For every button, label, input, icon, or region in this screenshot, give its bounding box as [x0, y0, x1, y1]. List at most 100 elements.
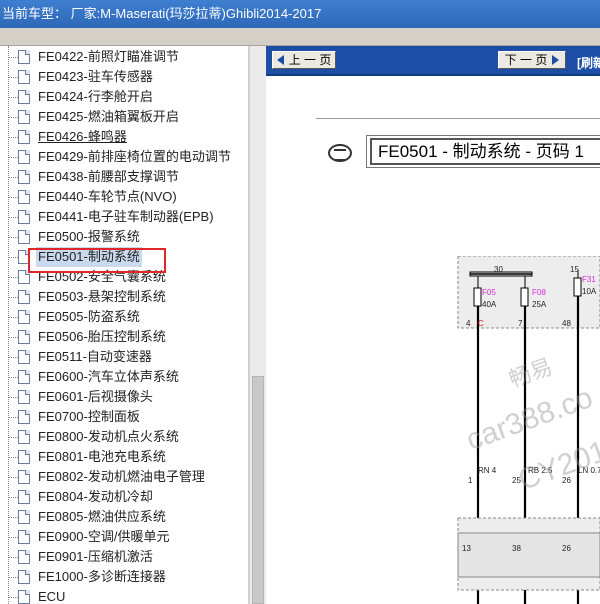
pin-label: 4 [466, 319, 471, 328]
fuse-rating-label: 40A [482, 300, 497, 309]
document-icon [18, 150, 30, 164]
toolbar-strip [0, 28, 600, 46]
tree-item[interactable]: FE0429-前排座椅位置的电动调节 [0, 147, 248, 167]
fuse-id-label: F05 [482, 288, 496, 297]
control-module-body [457, 532, 600, 578]
tree-item-label: FE0901-压缩机激活 [38, 549, 153, 564]
tree-item[interactable]: FE0438-前腰部支撑调节 [0, 167, 248, 187]
tree-connector [8, 237, 18, 238]
document-icon [18, 110, 30, 124]
document-icon [18, 470, 30, 484]
tree-item[interactable]: FE0800-发动机点火系统 [0, 427, 248, 447]
tree-item-label: FE0601-后视摄像头 [38, 389, 153, 404]
tree-item[interactable]: FE0804-发动机冷却 [0, 487, 248, 507]
tree-item-label: FE0429-前排座椅位置的电动调节 [38, 149, 231, 164]
tree-connector [8, 157, 18, 158]
tree-connector [8, 377, 18, 378]
next-page-button[interactable]: 下 一 页 [498, 51, 566, 69]
pin-label: 15 [570, 265, 579, 274]
tree-item[interactable]: FE0802-发动机燃油电子管理 [0, 467, 248, 487]
tree-item-label: FE0441-电子驻车制动器(EPB) [38, 209, 214, 224]
tree-item[interactable]: FE0700-控制面板 [0, 407, 248, 427]
fuse-id-label: F08 [532, 288, 546, 297]
vehicle-title: 当前车型： 厂家:M-Maserati(玛莎拉蒂)Ghibli2014-2017 [2, 6, 322, 21]
tree-connector [8, 597, 18, 598]
fuse-f08 [520, 287, 529, 307]
tree-item[interactable]: FE0440-车轮节点(NVO) [0, 187, 248, 207]
tree-item[interactable]: FE0901-压缩机激活 [0, 547, 248, 567]
tree-item-label: FE0438-前腰部支撑调节 [38, 169, 179, 184]
document-icon [18, 510, 30, 524]
scrollbar-thumb[interactable] [252, 376, 264, 604]
header-rule [316, 118, 600, 119]
tree-item[interactable]: FE0425-燃油箱翼板开启 [0, 107, 248, 127]
tree-item[interactable]: FE0423-驻车传感器 [0, 67, 248, 87]
tree-item[interactable]: FE0424-行李舱开启 [0, 87, 248, 107]
document-icon [18, 410, 30, 424]
tree-connector [8, 77, 18, 78]
arrow-left-icon [276, 55, 284, 65]
tree-connector [8, 537, 18, 538]
document-icon [18, 430, 30, 444]
document-viewer: 上 一 页 下 一 页 [刷新] FE0501 - 制动系统 - 页码 1 30… [266, 46, 600, 604]
pin-label: C [478, 319, 484, 328]
pin-label: 38 [512, 544, 521, 553]
tree-scrollbar[interactable] [249, 46, 266, 604]
tree-item[interactable]: FE0900-空调/供暖单元 [0, 527, 248, 547]
tree-item-label: ECU [38, 589, 66, 604]
tree-item-label: FE0805-燃油供应系统 [38, 509, 166, 524]
document-title: FE0501 - 制动系统 - 页码 1 [370, 138, 600, 165]
tree-item[interactable]: FE0805-燃油供应系统 [0, 507, 248, 527]
tree-guide-line [8, 46, 9, 604]
maserati-logo-icon [328, 144, 352, 162]
arrow-right-icon [552, 55, 560, 65]
tree-connector [8, 577, 18, 578]
tree-item-label: FE0505-防盗系统 [38, 309, 140, 324]
tree-item[interactable]: FE0503-悬架控制系统 [0, 287, 248, 307]
tree-item-label: FE0440-车轮节点(NVO) [38, 189, 177, 204]
tree-connector [8, 177, 18, 178]
fuse-f31 [573, 277, 582, 297]
tree-connector [8, 197, 18, 198]
tree-item[interactable]: FE0426-蜂鸣器 [0, 127, 248, 147]
prev-page-button[interactable]: 上 一 页 [272, 51, 336, 69]
document-icon [18, 590, 30, 604]
tree-item[interactable]: FE0441-电子驻车制动器(EPB) [0, 207, 248, 227]
tree-item[interactable]: FE0506-胎压控制系统 [0, 327, 248, 347]
tree-connector [8, 137, 18, 138]
document-icon [18, 50, 30, 64]
tree-item[interactable]: FE0601-后视摄像头 [0, 387, 248, 407]
tree-item[interactable]: FE0500-报警系统 [0, 227, 248, 247]
tree-item-label: FE0426-蜂鸣器 [38, 129, 127, 144]
tree-connector [8, 277, 18, 278]
viewer-toolbar: 上 一 页 下 一 页 [刷新] [266, 46, 600, 76]
tree-item-label: FE1000-多诊断连接器 [38, 569, 166, 584]
document-icon [18, 190, 30, 204]
tree-connector [8, 337, 18, 338]
tree-item[interactable]: FE0801-电池充电系统 [0, 447, 248, 467]
tree-connector [8, 357, 18, 358]
tree-item[interactable]: FE0422-前照灯瞄准调节 [0, 47, 248, 67]
tree-item[interactable]: ECU [0, 587, 248, 604]
tree-panel[interactable]: FE0422-前照灯瞄准调节 FE0423-驻车传感器 FE0424-行李舱开启 FE… [0, 46, 249, 604]
tree-connector [8, 457, 18, 458]
document-icon [18, 570, 30, 584]
tree-connector [8, 517, 18, 518]
tree-item[interactable]: FE0505-防盗系统 [0, 307, 248, 327]
tree-connector [8, 437, 18, 438]
tree-item-label: FE0425-燃油箱翼板开启 [38, 109, 179, 124]
refresh-link[interactable]: [刷新] [577, 54, 600, 71]
tree-item-label: FE0424-行李舱开启 [38, 89, 153, 104]
tree-item[interactable]: FE1000-多诊断连接器 [0, 567, 248, 587]
pin-label: 30 [494, 265, 503, 274]
document-icon [18, 130, 30, 144]
pin-label: 13 [462, 544, 471, 553]
tree-item[interactable]: FE0600-汽车立体声系统 [0, 367, 248, 387]
document-icon [18, 550, 30, 564]
document-icon [18, 290, 30, 304]
document-icon [18, 330, 30, 344]
tree-item-label: FE0503-悬架控制系统 [38, 289, 166, 304]
tree-item[interactable]: FE0511-自动变速器 [0, 347, 248, 367]
tree-item-label: FE0506-胎压控制系统 [38, 329, 166, 344]
document-icon [18, 350, 30, 364]
